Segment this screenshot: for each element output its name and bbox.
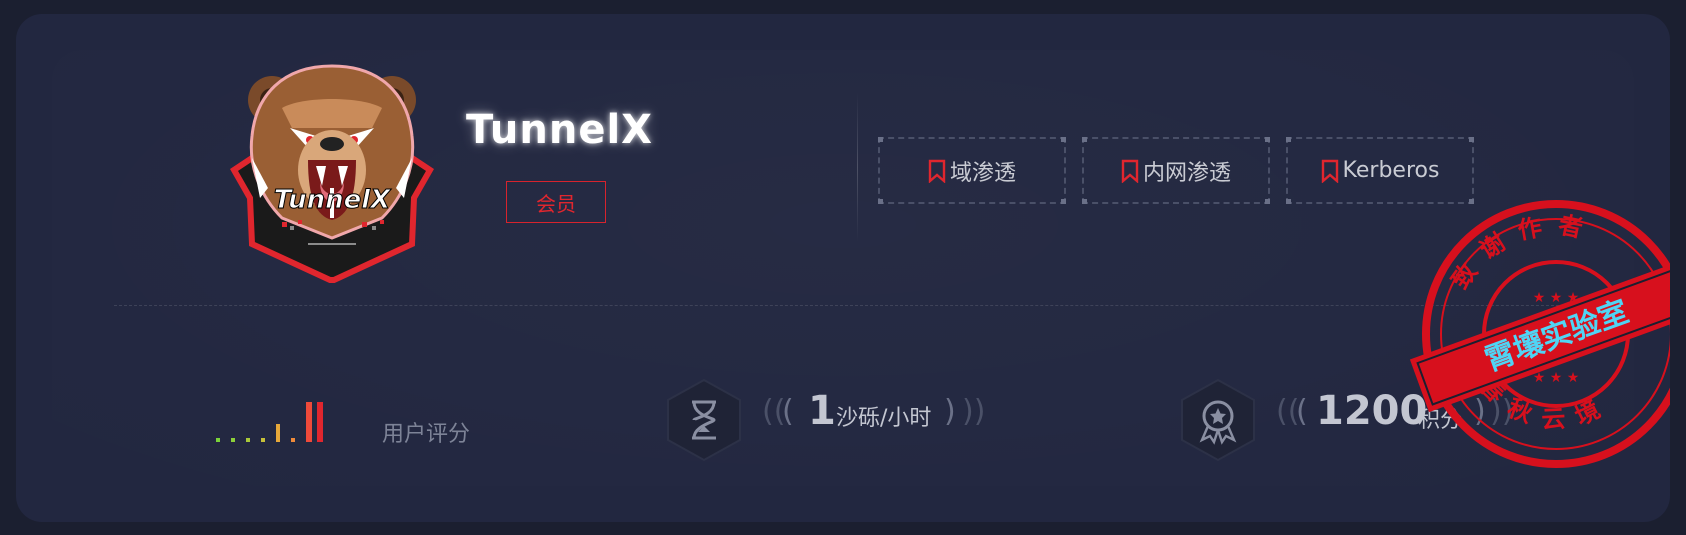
- paren-open-inner: (: [782, 394, 794, 429]
- rating-bar: [246, 438, 250, 442]
- tag-label: 域渗透: [949, 160, 1016, 186]
- svg-text:★ ★ ★: ★ ★ ★: [1533, 370, 1580, 386]
- paren-close-inner: ): [944, 394, 956, 429]
- bookmark-icon: [928, 159, 946, 183]
- rating-bar: [261, 438, 265, 442]
- stamp-top-text: 致谢作者: [1446, 211, 1585, 294]
- bookmark-icon: [1121, 159, 1139, 183]
- username: TunnelX: [466, 107, 653, 153]
- rating-bar: [276, 424, 280, 442]
- paren-close-outer: )): [962, 394, 986, 429]
- vertical-divider: [857, 92, 858, 242]
- tag-label: Kerberos: [1342, 158, 1440, 183]
- svg-text:致谢作者: 致谢作者: [1446, 211, 1599, 294]
- hourglass-icon: [667, 378, 741, 462]
- tag-intranet-penetration[interactable]: 内网渗透: [1082, 137, 1270, 204]
- rating-bar: [306, 402, 312, 442]
- logo-text: TunnelX: [274, 185, 392, 215]
- tag-label: 内网渗透: [1142, 160, 1231, 186]
- rating-bars: [216, 402, 323, 442]
- bear-avatar: TunnelX: [212, 48, 452, 288]
- sand-value: 1: [808, 388, 836, 434]
- rating-bar: [317, 402, 323, 442]
- sand-unit: 沙砾/小时: [836, 406, 932, 431]
- rating-label: 用户评分: [382, 422, 471, 447]
- paren-open-inner: (: [1296, 394, 1308, 429]
- medal-icon: [1181, 378, 1255, 462]
- rating-bar: [231, 438, 235, 442]
- acknowledgement-stamp: 致谢作者 春秋云境 ★ ★ ★ ★ ★ ★ 霄壤实验室: [1409, 200, 1670, 468]
- bookmark-icon: [1321, 159, 1338, 183]
- horizontal-divider: [114, 305, 1594, 306]
- profile-card: TunnelX TunnelX 会员 域渗透 内网渗透 Kerberos 用户评…: [16, 14, 1670, 522]
- tag-domain-penetration[interactable]: 域渗透: [878, 137, 1066, 204]
- rating-bar: [291, 438, 295, 442]
- member-badge: 会员: [506, 181, 606, 223]
- rating-bar: [216, 438, 220, 442]
